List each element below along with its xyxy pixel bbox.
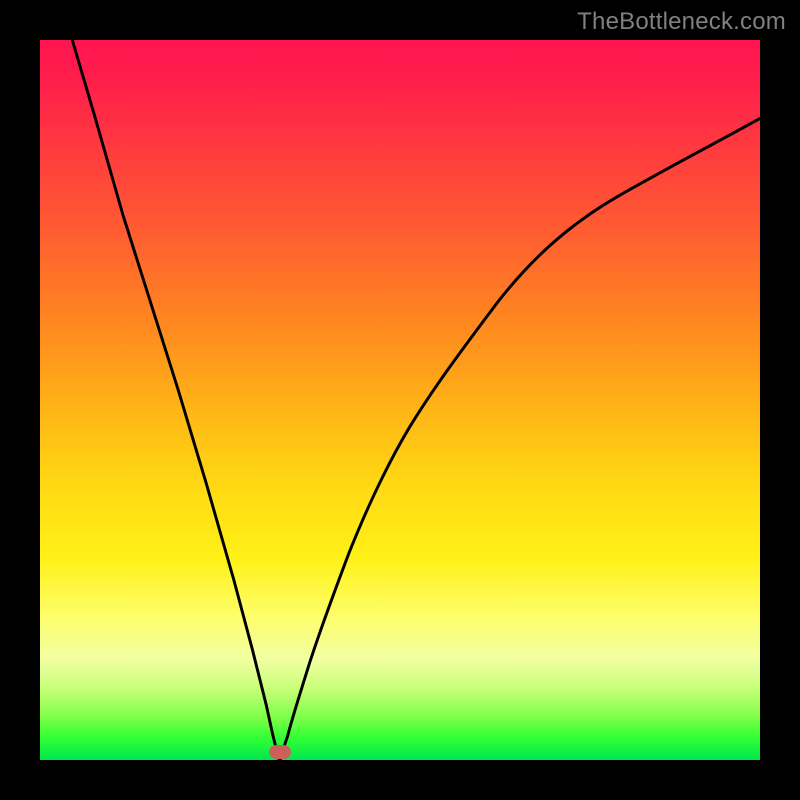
chart-frame: TheBottleneck.com — [0, 0, 800, 800]
curve-layer — [40, 40, 760, 760]
curve-right-branch — [280, 118, 760, 760]
attribution-watermark: TheBottleneck.com — [577, 8, 786, 36]
vertex-marker — [269, 745, 291, 759]
curve-left-branch — [72, 40, 280, 760]
plot-area — [40, 40, 760, 760]
bottleneck-curve — [72, 40, 760, 760]
